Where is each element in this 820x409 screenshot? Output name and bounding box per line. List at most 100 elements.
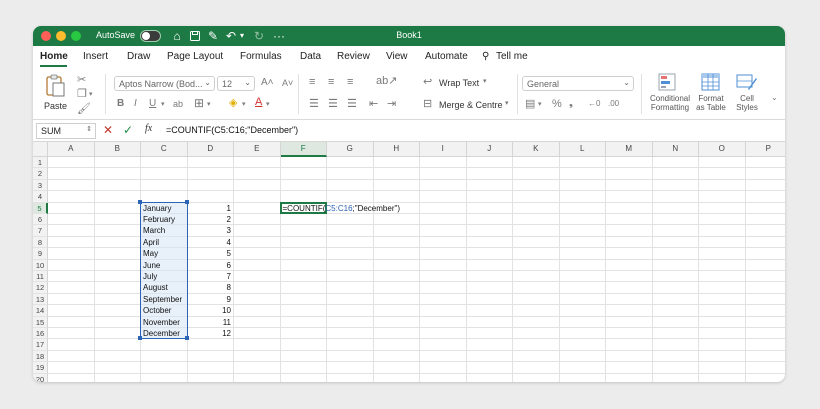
underline-dropdown-icon[interactable]: ▾ [161,99,165,111]
column-header[interactable]: L [559,142,606,157]
increase-font-icon[interactable]: A˄ [261,77,274,89]
merge-center-button[interactable]: ⊟ Merge & Centre ▾ [423,98,513,112]
cell-edit-formula[interactable]: =COUNTIF(C5:C16;"December") [283,203,400,214]
cell-month[interactable]: July [143,271,187,282]
cell-number[interactable]: 1 [189,203,231,214]
row-header[interactable]: 12 [33,282,48,294]
cell-month[interactable]: December [143,328,187,339]
column-header[interactable]: B [94,142,141,157]
tab-formulas[interactable]: Formulas [240,51,282,62]
cell-number[interactable]: 5 [189,248,231,259]
row-header[interactable]: 4 [33,191,48,203]
column-header[interactable]: A [48,142,95,157]
row-header[interactable]: 1 [33,157,48,169]
cell-number[interactable]: 11 [189,317,231,328]
font-name-select[interactable]: Aptos Narrow (Bod... ⌄ [114,76,215,91]
cell-styles-button[interactable]: Cell Styles [731,72,763,116]
increase-decimal-icon[interactable]: ←0 [588,98,600,110]
select-all-corner[interactable] [33,142,48,157]
format-as-table-button[interactable]: Format as Table [693,72,729,116]
row-header[interactable]: 5 [33,202,48,214]
column-header[interactable]: N [652,142,699,157]
cell-month[interactable]: October [143,305,187,316]
row-header[interactable]: 17 [33,339,48,351]
row-header[interactable]: 3 [33,179,48,192]
font-color-icon[interactable]: A [255,96,262,108]
tab-view[interactable]: View [386,51,408,62]
tab-draw[interactable]: Draw [127,51,150,62]
cell-number[interactable]: 4 [189,237,231,248]
cell-month[interactable]: September [143,294,187,305]
accounting-format-icon[interactable]: ▤ [525,98,535,110]
italic-icon[interactable]: I [134,98,137,110]
cell-number[interactable]: 7 [189,271,231,282]
column-header[interactable]: P [745,142,785,157]
increase-indent-icon[interactable]: ⇥ [387,98,396,110]
column-header[interactable]: D [187,142,234,157]
column-header[interactable]: E [234,142,281,157]
range-resize-handle[interactable] [138,199,142,204]
row-header[interactable]: 8 [33,236,48,249]
borders-dropdown-icon[interactable]: ▾ [207,99,211,111]
number-format-select[interactable]: General ⌄ [522,76,634,91]
cell-month[interactable]: May [143,248,187,259]
row-header[interactable]: 14 [33,305,48,317]
row-header[interactable]: 7 [33,225,48,237]
align-middle-icon[interactable]: ≡ [328,76,334,88]
row-header[interactable]: 20 [33,373,48,382]
cell-number[interactable]: 10 [189,305,231,316]
conditional-formatting-button[interactable]: Conditional Formatting [647,72,693,116]
font-color-dropdown-icon[interactable]: ▾ [266,99,270,111]
cell-number[interactable]: 3 [189,225,231,236]
cell-month[interactable]: February [143,214,187,225]
chevron-down-icon[interactable]: ⌄ [771,92,778,104]
tab-home[interactable]: Home [40,51,68,62]
cell-month[interactable]: March [143,225,187,236]
row-header[interactable]: 2 [33,168,48,180]
cell-month[interactable]: April [143,237,187,248]
row-header[interactable]: 18 [33,350,48,363]
row-header[interactable]: 15 [33,316,48,328]
format-painter-icon[interactable]: 🖌 [77,103,91,115]
insert-function-icon[interactable]: fx [145,123,152,134]
enter-icon[interactable]: ✓ [123,123,133,137]
percent-style-icon[interactable]: % [552,98,562,110]
font-size-select[interactable]: 12 ⌄ [217,76,255,91]
borders-icon[interactable]: ⊞ [194,97,204,109]
row-header[interactable]: 13 [33,293,48,306]
comma-style-icon[interactable]: ❟ [569,98,573,110]
orientation-icon[interactable]: ab↗ [376,75,397,87]
cell-month[interactable]: January [143,203,187,214]
column-header[interactable]: C [141,142,188,157]
accounting-dropdown-icon[interactable]: ▾ [538,99,542,111]
wrap-text-button[interactable]: ↩ Wrap Text ▾ [423,76,493,90]
cell-number[interactable]: 9 [189,294,231,305]
underline-icon[interactable]: U [149,98,156,110]
column-header[interactable]: F [280,142,327,157]
range-resize-handle[interactable] [138,336,142,341]
cell-number[interactable]: 6 [189,260,231,271]
tab-insert[interactable]: Insert [83,51,108,62]
column-header[interactable]: O [699,142,746,157]
row-header[interactable]: 9 [33,248,48,260]
tab-page-layout[interactable]: Page Layout [167,51,223,62]
row-header[interactable]: 19 [33,362,48,374]
column-header[interactable]: K [513,142,560,157]
decrease-font-icon[interactable]: A˅ [282,77,293,89]
decrease-indent-icon[interactable]: ⇤ [369,98,378,110]
cell-number[interactable]: 8 [189,282,231,293]
align-right-icon[interactable]: ☰ [347,98,357,110]
tab-tell-me[interactable]: Tell me [496,51,528,62]
fill-color-dropdown-icon[interactable]: ▾ [242,99,246,111]
paste-button[interactable]: Paste [43,74,69,112]
cut-icon[interactable]: ✂ [77,74,86,86]
copy-icon[interactable]: ❐ [77,88,87,100]
tab-data[interactable]: Data [300,51,321,62]
row-header[interactable]: 10 [33,259,48,271]
tab-automate[interactable]: Automate [425,51,468,62]
column-header[interactable]: J [466,142,513,157]
cancel-icon[interactable]: ✕ [103,123,113,137]
name-box[interactable]: SUM ⇕ [36,123,96,139]
align-top-icon[interactable]: ≡ [309,76,315,88]
align-left-icon[interactable]: ☰ [309,98,319,110]
